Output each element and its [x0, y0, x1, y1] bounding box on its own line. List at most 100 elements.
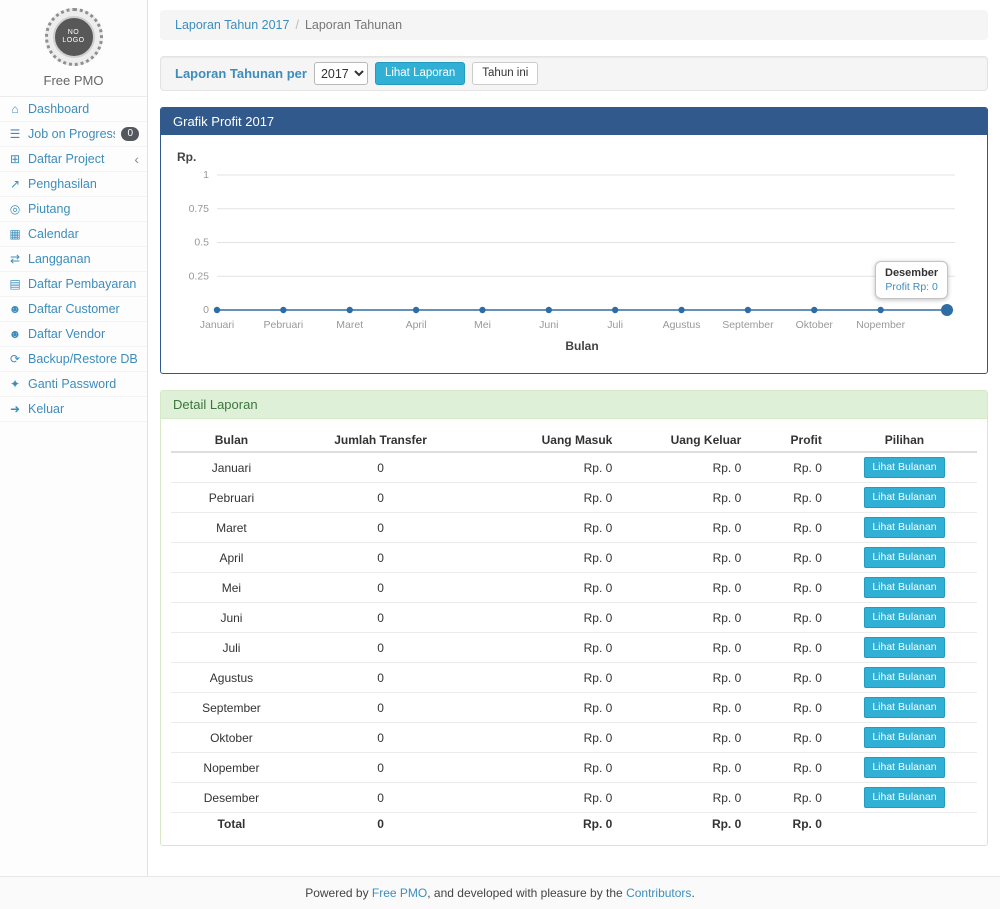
cell-uang-masuk: Rp. 0 — [469, 483, 622, 513]
profit-chart: Rp.00.250.50.751JanuariPebruariMaretApri… — [171, 145, 977, 360]
footer-contributors-link[interactable]: Contributors — [626, 886, 691, 900]
detail-table-body: Januari0Rp. 0Rp. 0Rp. 0Lihat BulananPebr… — [171, 452, 977, 835]
cell-uang-masuk: Rp. 0 — [469, 693, 622, 723]
cell-uang-keluar: Rp. 0 — [622, 813, 751, 836]
sidebar-item-label: Calendar — [28, 227, 139, 241]
sidebar-item-langganan[interactable]: ⇄Langganan — [0, 247, 147, 272]
tahun-ini-button[interactable]: Tahun ini — [472, 62, 538, 85]
col-header-uang-masuk: Uang Masuk — [469, 429, 622, 452]
brand: NO LOGO Free PMO — [0, 0, 147, 97]
cell-pilihan: Lihat Bulanan — [832, 543, 977, 573]
lihat-bulanan-button[interactable]: Lihat Bulanan — [864, 787, 944, 808]
cell-profit: Rp. 0 — [751, 452, 832, 483]
logo-placeholder: NO LOGO — [53, 16, 95, 58]
breadcrumb-link[interactable]: Laporan Tahun 2017 — [175, 18, 289, 32]
cell-bulan: Januari — [171, 452, 292, 483]
chevron-left-icon: ‹ — [134, 153, 139, 165]
footer-brand-link[interactable]: Free PMO — [372, 886, 427, 900]
sidebar-item-backup-restore-db[interactable]: ⟳Backup/Restore DB — [0, 347, 147, 372]
table-row: Juni0Rp. 0Rp. 0Rp. 0Lihat Bulanan — [171, 603, 977, 633]
table-header-row: Bulan Jumlah Transfer Uang Masuk Uang Ke… — [171, 429, 977, 452]
cell-uang-keluar: Rp. 0 — [622, 693, 751, 723]
cell-bulan: Mei — [171, 573, 292, 603]
cell-pilihan: Lihat Bulanan — [832, 483, 977, 513]
cell-bulan: Nopember — [171, 753, 292, 783]
svg-text:0.25: 0.25 — [189, 270, 210, 282]
lihat-bulanan-button[interactable]: Lihat Bulanan — [864, 457, 944, 478]
breadcrumb-current: Laporan Tahunan — [305, 18, 402, 32]
lock-icon: ✦ — [8, 377, 22, 391]
sidebar-item-dashboard[interactable]: ⌂Dashboard — [0, 97, 147, 122]
year-select[interactable]: 2017 — [314, 62, 368, 85]
table-row: Agustus0Rp. 0Rp. 0Rp. 0Lihat Bulanan — [171, 663, 977, 693]
footer-text-prefix: Powered by — [305, 886, 372, 900]
sidebar-item-label: Daftar Vendor — [28, 327, 139, 341]
lihat-bulanan-button[interactable]: Lihat Bulanan — [864, 547, 944, 568]
sidebar-item-label: Backup/Restore DB — [28, 352, 139, 366]
lihat-bulanan-button[interactable]: Lihat Bulanan — [864, 487, 944, 508]
cell-profit: Rp. 0 — [751, 633, 832, 663]
cell-uang-keluar: Rp. 0 — [622, 663, 751, 693]
lihat-laporan-button[interactable]: Lihat Laporan — [375, 62, 465, 85]
sidebar-item-daftar-customer[interactable]: ☻Daftar Customer — [0, 297, 147, 322]
lihat-bulanan-button[interactable]: Lihat Bulanan — [864, 517, 944, 538]
sidebar-item-label: Ganti Password — [28, 377, 139, 391]
cell-jumlah-transfer: 0 — [292, 633, 469, 663]
cell-pilihan: Lihat Bulanan — [832, 633, 977, 663]
detail-report-panel: Detail Laporan Bulan Jumlah Transfer Uan… — [160, 390, 988, 846]
cell-bulan: Oktober — [171, 723, 292, 753]
svg-text:September: September — [722, 319, 774, 331]
app-logo: NO LOGO — [45, 8, 103, 66]
lihat-bulanan-button[interactable]: Lihat Bulanan — [864, 697, 944, 718]
cell-uang-keluar: Rp. 0 — [622, 573, 751, 603]
table-icon: ⊞ — [8, 152, 22, 166]
cell-jumlah-transfer: 0 — [292, 483, 469, 513]
cell-profit: Rp. 0 — [751, 663, 832, 693]
cell-uang-masuk: Rp. 0 — [469, 452, 622, 483]
sidebar-item-job-on-progress[interactable]: ☰Job on Progress0 — [0, 122, 147, 147]
report-filter-bar: Laporan Tahunan per 2017 Lihat Laporan T… — [160, 56, 988, 91]
cell-uang-masuk: Rp. 0 — [469, 663, 622, 693]
sidebar-menu: ⌂Dashboard☰Job on Progress0⊞Daftar Proje… — [0, 97, 147, 422]
svg-text:0.75: 0.75 — [189, 203, 210, 215]
sidebar-item-penghasilan[interactable]: ↗Penghasilan — [0, 172, 147, 197]
sidebar-item-ganti-password[interactable]: ✦ Ganti Password — [0, 372, 147, 397]
cell-pilihan: Lihat Bulanan — [832, 693, 977, 723]
cell-profit: Rp. 0 — [751, 513, 832, 543]
cell-bulan: Juli — [171, 633, 292, 663]
lihat-bulanan-button[interactable]: Lihat Bulanan — [864, 607, 944, 628]
cell-uang-masuk: Rp. 0 — [469, 813, 622, 836]
tooltip-title: Desember — [885, 267, 938, 279]
logo-text-line1: NO — [68, 29, 80, 37]
sidebar-item-piutang[interactable]: ◎Piutang — [0, 197, 147, 222]
cell-bulan: September — [171, 693, 292, 723]
cell-uang-keluar: Rp. 0 — [622, 753, 751, 783]
svg-text:Mei: Mei — [474, 319, 491, 331]
sidebar-item-keluar[interactable]: ➜Keluar — [0, 397, 147, 422]
table-row: Pebruari0Rp. 0Rp. 0Rp. 0Lihat Bulanan — [171, 483, 977, 513]
cell-bulan: Pebruari — [171, 483, 292, 513]
cell-profit: Rp. 0 — [751, 723, 832, 753]
cell-uang-keluar: Rp. 0 — [622, 513, 751, 543]
cell-jumlah-transfer: 0 — [292, 573, 469, 603]
lihat-bulanan-button[interactable]: Lihat Bulanan — [864, 727, 944, 748]
sidebar-item-daftar-vendor[interactable]: ☻ Daftar Vendor — [0, 322, 147, 347]
cell-bulan: Total — [171, 813, 292, 836]
cell-bulan: Agustus — [171, 663, 292, 693]
users-icon: ☻ — [8, 327, 22, 341]
cell-jumlah-transfer: 0 — [292, 543, 469, 573]
cell-pilihan — [832, 813, 977, 836]
sidebar-item-daftar-pembayaran[interactable]: ▤Daftar Pembayaran — [0, 272, 147, 297]
cell-uang-masuk: Rp. 0 — [469, 603, 622, 633]
sidebar-item-daftar-project[interactable]: ⊞Daftar Project‹ — [0, 147, 147, 172]
lihat-bulanan-button[interactable]: Lihat Bulanan — [864, 577, 944, 598]
lihat-bulanan-button[interactable]: Lihat Bulanan — [864, 667, 944, 688]
lihat-bulanan-button[interactable]: Lihat Bulanan — [864, 757, 944, 778]
cell-uang-keluar: Rp. 0 — [622, 603, 751, 633]
profit-chart-panel: Grafik Profit 2017 Rp.00.250.50.751Janua… — [160, 107, 988, 374]
footer-text-suffix: . — [691, 886, 694, 900]
sidebar-item-label: Daftar Customer — [28, 302, 139, 316]
page-footer: Powered by Free PMO, and developed with … — [0, 876, 1000, 909]
sidebar-item-calendar[interactable]: ▦Calendar — [0, 222, 147, 247]
lihat-bulanan-button[interactable]: Lihat Bulanan — [864, 637, 944, 658]
